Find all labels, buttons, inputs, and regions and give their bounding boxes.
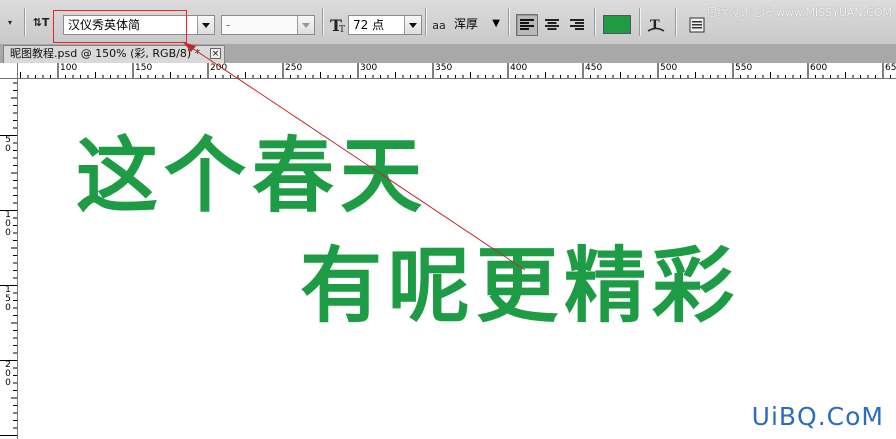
ruler-top-label: 150 xyxy=(135,63,153,73)
align-center-icon xyxy=(545,19,559,30)
align-center-button[interactable] xyxy=(541,14,563,36)
chevron-down-icon[interactable] xyxy=(297,16,314,34)
anti-alias-value: 浑厚 xyxy=(454,17,479,31)
align-right-icon xyxy=(570,19,584,30)
chevron-down-icon[interactable] xyxy=(404,16,421,34)
document-tab[interactable]: 昵图教程.psd @ 150% (彩, RGB/8) * × xyxy=(3,45,225,63)
ruler-top-label: 200 xyxy=(210,63,228,73)
align-left-button[interactable] xyxy=(516,14,538,36)
ruler-top-label: 600 xyxy=(810,63,828,73)
ruler-top-label: 500 xyxy=(660,63,678,73)
canvas-text-line-1[interactable]: 这个春天 xyxy=(76,109,428,228)
chevron-down-icon: ▾ xyxy=(7,17,12,27)
warp-text-button[interactable]: T xyxy=(645,14,667,36)
ruler-top-label: 100 xyxy=(60,63,78,73)
close-icon[interactable]: × xyxy=(210,48,221,59)
watermark-bottom: UiBQ.CoM xyxy=(751,402,884,431)
ruler-left: 50 100 150 200 xyxy=(0,79,18,439)
text-color-swatch[interactable] xyxy=(603,15,631,34)
ruler-top: 100 150 200 250 300 350 400 450 500 550 600 65 xyxy=(0,63,896,79)
font-size-value: 72 点 xyxy=(353,18,385,32)
ruler-top-label: 550 xyxy=(735,63,753,73)
ruler-top-label: 300 xyxy=(360,63,378,73)
warp-text-icon: T xyxy=(647,18,665,33)
ruler-left-label: 150 xyxy=(5,285,11,313)
ruler-top-label: 400 xyxy=(510,63,528,73)
ruler-left-label: 50 xyxy=(5,135,11,154)
character-panel-button[interactable] xyxy=(686,14,708,36)
tool-preset-picker[interactable]: ▾ xyxy=(2,11,18,33)
anti-alias-icon: aa xyxy=(428,14,450,36)
font-style-select[interactable]: - xyxy=(221,15,315,35)
document-canvas[interactable]: 这个春天 有呢更精彩 UiBQ.CoM xyxy=(18,79,896,439)
anti-alias-select[interactable]: 浑厚 ▼ xyxy=(450,15,502,35)
font-size-icon: TT xyxy=(327,14,349,36)
ruler-top-label: 450 xyxy=(585,63,603,73)
toggle-text-orientation-button[interactable]: ⇅T xyxy=(30,11,52,33)
svg-text:T: T xyxy=(650,18,660,33)
font-style-value: - xyxy=(226,18,231,32)
font-size-select[interactable]: 72 点 xyxy=(348,15,422,35)
ruler-left-label: 100 xyxy=(5,210,11,238)
chevron-down-icon[interactable] xyxy=(197,16,214,34)
canvas-text-line-2[interactable]: 有呢更精彩 xyxy=(300,219,740,338)
ruler-top-label: 250 xyxy=(285,63,303,73)
anti-alias-icon-glyph: aa xyxy=(432,18,446,32)
text-orientation-icon: ⇅T xyxy=(32,15,50,29)
svg-text:T: T xyxy=(339,25,345,34)
align-right-button[interactable] xyxy=(566,14,588,36)
document-tab-title: 昵图教程.psd @ 150% (彩, RGB/8) * xyxy=(10,47,201,60)
ruler-left-label: 200 xyxy=(5,360,11,388)
ruler-corner xyxy=(0,63,18,79)
ruler-top-label: 65 xyxy=(885,63,896,73)
watermark-top: 思缘设计论坛 www.MISSYUAN.COM xyxy=(706,6,892,19)
highlight-box xyxy=(53,10,187,43)
panels-icon xyxy=(689,17,705,33)
chevron-down-icon[interactable]: ▼ xyxy=(492,15,500,33)
ruler-top-label: 350 xyxy=(435,63,453,73)
align-left-icon xyxy=(520,19,534,30)
